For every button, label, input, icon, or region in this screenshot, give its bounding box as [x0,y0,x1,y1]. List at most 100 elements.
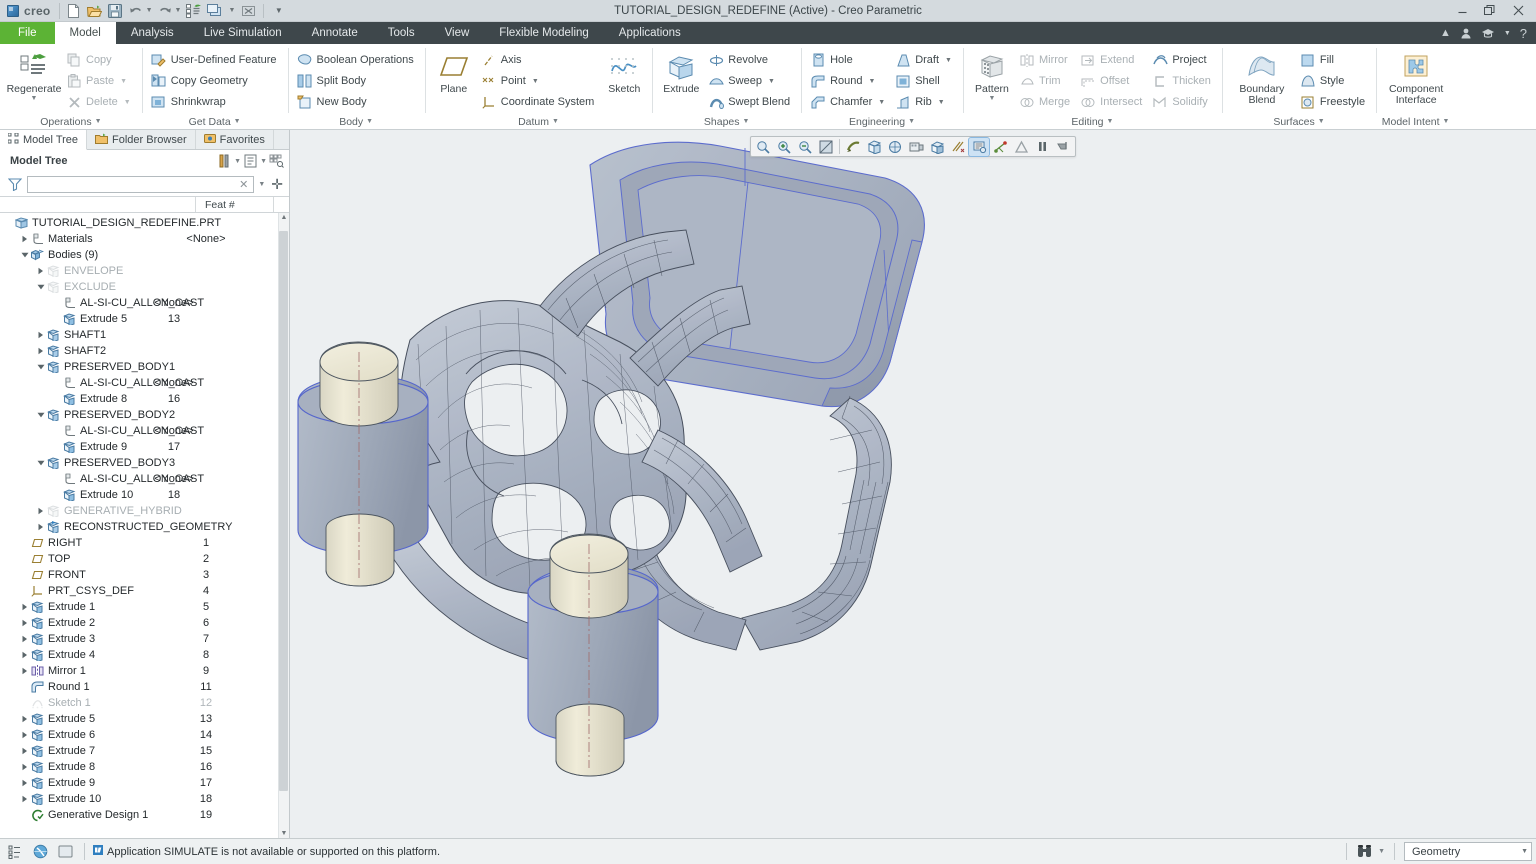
tree-expand-triangle-icon[interactable] [20,648,30,662]
collapse-ribbon-chevron-up-icon[interactable]: ▲ [1440,27,1451,39]
graphics-window-icon[interactable] [54,842,76,862]
tree-expand-triangle-icon[interactable] [20,792,30,806]
model-tree-row[interactable]: Extrude 2 6 [0,615,278,631]
open-file-icon[interactable] [85,2,104,20]
tree-expand-triangle-icon[interactable] [36,328,46,342]
regenerate-chevron-down-icon[interactable]: ▼ [31,95,38,102]
zoom-out-icon[interactable] [795,138,815,156]
tree-expand-triangle-icon[interactable] [20,744,30,758]
tab-view[interactable]: View [430,22,485,44]
saved-orientations-icon[interactable] [864,138,884,156]
model-tree-row[interactable]: Extrude 9 17 [0,439,278,455]
minimize-button[interactable] [1448,1,1476,21]
model-tree-row[interactable]: Materials <None> [0,231,278,247]
model-tree-row[interactable]: TOP 2 [0,551,278,567]
offset-button[interactable]: Offset [1077,71,1148,91]
view-manager-icon[interactable] [885,138,905,156]
filter-chevron-down-icon[interactable]: ▼ [258,181,265,188]
editing-group-label[interactable]: Editing ▼ [963,114,1222,129]
close-button[interactable] [1504,1,1532,21]
tab-file[interactable]: File [0,22,55,44]
surfaces-group-label[interactable]: Surfaces ▼ [1222,114,1376,129]
swept-blend-button[interactable]: Swept Blend [705,92,796,112]
tab-applications[interactable]: Applications [604,22,696,44]
restore-button[interactable] [1476,1,1504,21]
delete-chevron-down-icon[interactable]: ▼ [124,99,131,106]
tree-display-chevron-down-icon[interactable]: ▼ [260,158,267,165]
selection-filter-dropdown[interactable]: Geometry ▼ [1404,842,1532,861]
shrinkwrap-button[interactable]: Shrinkwrap [148,92,283,112]
draft-chevron-down-icon[interactable]: ▼ [945,57,952,64]
round-chevron-down-icon[interactable]: ▼ [868,78,875,85]
model-tree-row[interactable]: Extrude 5 13 [0,711,278,727]
tree-display-icon[interactable] [242,153,259,170]
tab-analysis[interactable]: Analysis [116,22,189,44]
close-x-icon[interactable] [239,2,258,20]
tree-collapse-triangle-icon[interactable] [36,456,46,470]
model-tree-row[interactable]: Extrude 8 16 [0,759,278,775]
freestyle-button[interactable]: Freestyle [1297,92,1371,112]
coordinate-system-button[interactable]: Coordinate System [478,92,601,112]
sweep-chevron-down-icon[interactable]: ▼ [768,78,775,85]
model-tree-scrollbar[interactable]: ▲ ▼ [278,213,289,838]
model-tree-row[interactable]: Round 1 11 [0,679,278,695]
scroll-up-arrow-icon[interactable]: ▲ [281,214,288,221]
refit-icon[interactable] [753,138,773,156]
tree-collapse-triangle-icon[interactable] [36,360,46,374]
model-tree-row[interactable]: Extrude 10 18 [0,487,278,503]
model-tree-row[interactable]: AL-SI-CU_ALLOY_CAST <None> [0,471,278,487]
model-tree-row[interactable]: SHAFT1 [0,327,278,343]
tab-tools[interactable]: Tools [373,22,430,44]
body-group-label[interactable]: Body ▼ [288,114,425,129]
model-tree-row[interactable]: Extrude 10 18 [0,791,278,807]
user-defined-feature-button[interactable]: User-Defined Feature [148,50,283,70]
point-chevron-down-icon[interactable]: ▼ [532,78,539,85]
spin-center-icon[interactable] [990,138,1010,156]
datum-display-icon[interactable] [948,138,968,156]
pause-icon[interactable] [1032,138,1052,156]
perspective-view-icon[interactable] [927,138,947,156]
sketch-button[interactable]: Sketch [601,49,647,97]
extend-button[interactable]: Extend [1077,50,1148,70]
model-tree-row[interactable]: Generative Design 1 19 [0,807,278,823]
revolve-button[interactable]: Revolve [705,50,796,70]
engineering-group-chevron-down-icon[interactable]: ▼ [908,118,915,125]
column-header-extra[interactable] [274,197,289,212]
model-tree-row[interactable]: PRESERVED_BODY1 [0,359,278,375]
model-tree-row[interactable]: TUTORIAL_DESIGN_REDEFINE.PRT [0,215,278,231]
tree-collapse-triangle-icon[interactable] [20,248,30,262]
editing-group-chevron-down-icon[interactable]: ▼ [1107,118,1114,125]
model-tree-row[interactable]: Mirror 1 9 [0,663,278,679]
zoom-in-icon[interactable] [774,138,794,156]
model-intent-group-label[interactable]: Model Intent ▼ [1376,114,1455,129]
pattern-chevron-down-icon[interactable]: ▼ [989,95,996,102]
model-tree-row[interactable]: Extrude 1 5 [0,599,278,615]
selection-filter-chevron-down-icon[interactable]: ▼ [1521,848,1528,855]
tab-folder-browser[interactable]: Folder Browser [87,130,196,149]
help-icon[interactable]: ? [1520,26,1527,41]
copy-button[interactable]: Copy [63,50,137,70]
redo-icon[interactable] [156,2,175,20]
model-tree-row[interactable]: AL-SI-CU_ALLOY_CAST <None> [0,295,278,311]
sweep-button[interactable]: Sweep ▼ [705,71,796,91]
model-tree-row[interactable]: RECONSTRUCTED_GEOMETRY [0,519,278,535]
new-file-icon[interactable] [64,2,83,20]
model-tree-row[interactable]: Extrude 5 13 [0,311,278,327]
chamfer-button[interactable]: Chamfer ▼ [807,92,891,112]
tree-expand-triangle-icon[interactable] [36,264,46,278]
fill-button[interactable]: Fill [1297,50,1371,70]
model-tree-search-input[interactable] [33,178,237,190]
extrude-button[interactable]: Extrude [658,49,704,97]
merge-button[interactable]: Merge [1016,92,1076,112]
scroll-down-arrow-icon[interactable]: ▼ [281,830,288,837]
undo-icon[interactable] [127,2,146,20]
model-tree-row[interactable]: Extrude 4 8 [0,647,278,663]
appearance-gallery-icon[interactable] [906,138,926,156]
tree-collapse-triangle-icon[interactable] [36,408,46,422]
find-binoculars-icon[interactable] [1356,844,1374,859]
tab-favorites[interactable]: Favorites [196,130,274,149]
regenerate-icon[interactable] [184,2,203,20]
model-tree-row[interactable]: FRONT 3 [0,567,278,583]
tree-filters-chevron-down-icon[interactable]: ▼ [234,158,241,165]
model-tree-row[interactable]: AL-SI-CU_ALLOY_CAST <None> [0,423,278,439]
